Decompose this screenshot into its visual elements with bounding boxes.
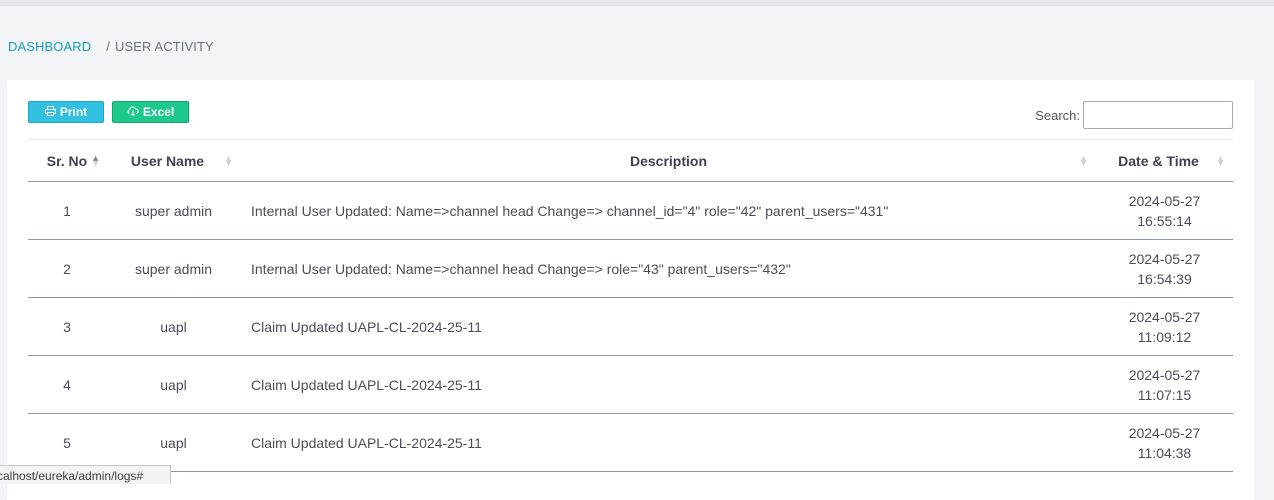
cell-user-name: uapl [106, 413, 241, 472]
table-row: 2 super admin Internal User Updated: Nam… [28, 239, 1233, 298]
sort-asc-icon: ▲ ▼ [91, 152, 100, 168]
cell-date: 2024-05-27 [1128, 424, 1201, 441]
cell-date: 2024-05-27 [1128, 192, 1201, 209]
cell-user-name: uapl [106, 297, 241, 356]
top-bar [0, 0, 1274, 6]
cell-date: 2024-05-27 [1128, 308, 1201, 325]
cell-description: Internal User Updated: Name=>channel hea… [241, 181, 1096, 240]
cell-time: 16:55:14 [1137, 212, 1192, 229]
cell-date-time: 2024-05-27 11:07:15 [1096, 355, 1233, 414]
cell-sr-no: 2 [28, 239, 106, 298]
cell-date: 2024-05-27 [1128, 366, 1201, 383]
excel-button[interactable]: Excel [112, 101, 189, 123]
cell-user-name: super admin [106, 181, 241, 240]
column-header-description[interactable]: Description ▲ ▼ [241, 139, 1096, 182]
print-button-label: Print [59, 105, 88, 119]
table-row: 4 uapl Claim Updated UAPL-CL-2024-25-11 … [28, 355, 1233, 414]
print-button[interactable]: Print [28, 101, 104, 123]
column-header-label: Date & Time [1118, 152, 1199, 169]
cell-time: 16:54:39 [1137, 270, 1192, 287]
cell-sr-no: 5 [28, 413, 106, 472]
excel-button-label: Excel [142, 105, 175, 119]
cell-date-time: 2024-05-27 11:04:38 [1096, 413, 1233, 472]
cell-time: 11:07:15 [1137, 386, 1192, 403]
search-label: Search: [1035, 107, 1080, 123]
cell-time: 11:04:38 [1137, 444, 1192, 461]
search-group: Search: [1035, 101, 1233, 129]
breadcrumb-dashboard-link[interactable]: DASHBOARD [8, 39, 91, 54]
table-header-row: Sr. No ▲ ▼ User Name ▲ ▼ Description ▲ ▼ Da… [28, 139, 1233, 182]
cell-user-name: super admin [106, 239, 241, 298]
cell-description: Claim Updated UAPL-CL-2024-25-11 [241, 355, 1096, 414]
sort-icon: ▲ ▼ [1079, 152, 1088, 168]
status-bar-url: calhost/eureka/admin/logs# [0, 465, 171, 484]
column-header-date-time[interactable]: Date & Time ▲ ▼ [1096, 139, 1233, 182]
table-row: 1 super admin Internal User Updated: Nam… [28, 181, 1233, 240]
cell-time: 11:09:12 [1137, 328, 1192, 345]
cell-sr-no: 4 [28, 355, 106, 414]
cell-sr-no: 1 [28, 181, 106, 240]
cell-date: 2024-05-27 [1128, 250, 1201, 267]
column-header-label: Description [629, 152, 707, 169]
sort-icon: ▲ ▼ [224, 152, 233, 168]
cell-user-name: uapl [106, 355, 241, 414]
column-header-label: Sr. No [46, 152, 88, 169]
cell-date-time: 2024-05-27 11:09:12 [1096, 297, 1233, 356]
user-activity-card: Print Excel Search: Sr. No ▲ ▼ User Name … [7, 80, 1254, 500]
user-activity-table: Sr. No ▲ ▼ User Name ▲ ▼ Description ▲ ▼ Da… [28, 139, 1233, 472]
cell-description: Claim Updated UAPL-CL-2024-25-11 [241, 413, 1096, 472]
cell-description: Claim Updated UAPL-CL-2024-25-11 [241, 297, 1096, 356]
cell-sr-no: 3 [28, 297, 106, 356]
table-row: 3 uapl Claim Updated UAPL-CL-2024-25-11 … [28, 297, 1233, 356]
printer-icon [44, 105, 56, 119]
breadcrumb-current: USER ACTIVITY [114, 39, 214, 54]
cell-description: Internal User Updated: Name=>channel hea… [241, 239, 1096, 298]
breadcrumb-separator: / [106, 39, 110, 54]
cloud-download-icon [127, 106, 139, 119]
column-header-sr-no[interactable]: Sr. No ▲ ▼ [28, 139, 106, 182]
table-row: 5 uapl Claim Updated UAPL-CL-2024-25-11 … [28, 413, 1233, 472]
column-header-label: User Name [130, 152, 205, 169]
sort-icon: ▲ ▼ [1216, 152, 1225, 168]
breadcrumb: DASHBOARD / USER ACTIVITY [8, 39, 214, 54]
cell-date-time: 2024-05-27 16:55:14 [1096, 181, 1233, 240]
cell-date-time: 2024-05-27 16:54:39 [1096, 239, 1233, 298]
column-header-user-name[interactable]: User Name ▲ ▼ [106, 139, 241, 182]
search-input[interactable] [1083, 101, 1233, 129]
